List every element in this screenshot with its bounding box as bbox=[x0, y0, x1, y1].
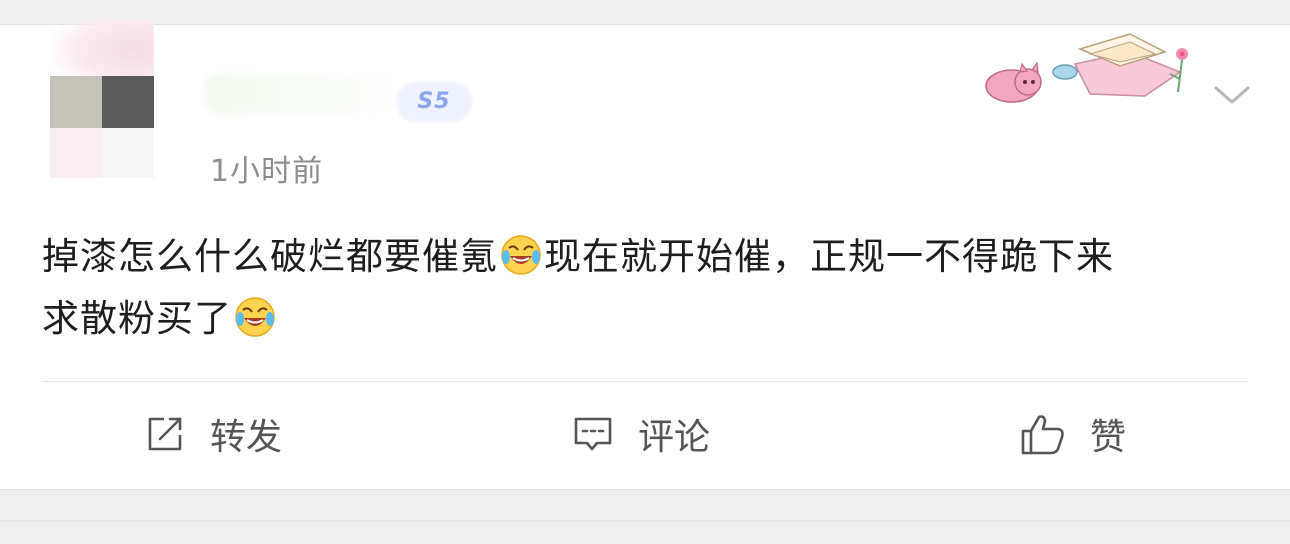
separator-band bbox=[0, 520, 1290, 522]
username-blurred[interactable] bbox=[205, 74, 395, 114]
chevron-down-icon[interactable] bbox=[1212, 80, 1252, 110]
comment-button[interactable]: 评论 bbox=[572, 406, 710, 462]
like-button[interactable]: 赞 bbox=[1020, 406, 1126, 462]
like-label: 赞 bbox=[1090, 417, 1127, 458]
comment-icon bbox=[574, 417, 612, 451]
repost-button[interactable]: 转发 bbox=[144, 406, 282, 462]
post-text-segment: 掉漆怎么什么破烂都要催氪 bbox=[42, 235, 498, 278]
repost-icon bbox=[148, 417, 182, 451]
avatar[interactable] bbox=[50, 20, 154, 178]
repost-label: 转发 bbox=[210, 417, 283, 458]
thumbs-up-icon bbox=[1021, 415, 1064, 455]
post-text-segment: 现在就开始催，正规一不得跪下来 bbox=[544, 235, 1114, 278]
level-badge: S5 bbox=[398, 84, 470, 120]
comment-label: 评论 bbox=[638, 417, 711, 458]
post-text: 掉漆怎么什么破烂都要催氪 现在就开始催，正规一不得跪下来 求散粉买了 bbox=[42, 226, 1242, 350]
card-decoration-icon bbox=[985, 33, 1188, 103]
post-time: 1小时前 bbox=[210, 154, 324, 189]
laughing-crying-emoji-icon bbox=[235, 296, 275, 337]
laughing-crying-emoji-icon bbox=[501, 234, 541, 275]
post-text-segment: 求散粉买了 bbox=[42, 297, 232, 340]
divider bbox=[42, 381, 1248, 382]
